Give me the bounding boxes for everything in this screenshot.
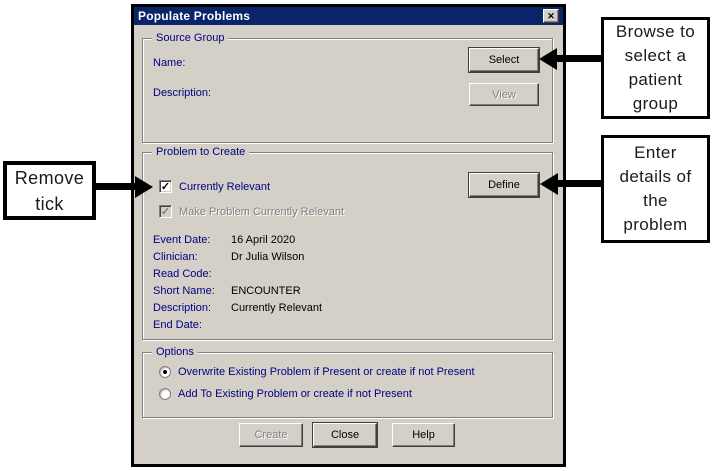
callout-remove-tick: Remove tick xyxy=(3,161,96,220)
end-date-label: End Date: xyxy=(153,319,202,331)
radio-label: Add To Existing Problem or create if not… xyxy=(178,388,412,400)
screenshot-root: Populate Problems ✕ Source Group Name: D… xyxy=(0,0,714,471)
overwrite-existing-radio[interactable]: Overwrite Existing Problem if Present or… xyxy=(159,366,475,378)
arrow-to-select-icon xyxy=(539,48,557,70)
checkbox-box: ✓ xyxy=(159,180,172,193)
short-name-label: Short Name: xyxy=(153,285,215,297)
checkbox-label: Currently Relevant xyxy=(179,181,270,193)
close-action-button[interactable]: Close xyxy=(313,423,377,447)
name-label: Name: xyxy=(153,57,185,69)
currently-relevant-checkbox[interactable]: ✓ Currently Relevant xyxy=(159,180,270,193)
event-date-label: Event Date: xyxy=(153,234,210,246)
problem-to-create-box: Problem to Create ✓ Currently Relevant ✓… xyxy=(142,152,553,340)
radio-button xyxy=(159,388,171,400)
callout-browse-patient-group: Browse to select a patient group xyxy=(601,17,710,119)
arrow-to-select-shaft xyxy=(556,55,601,62)
description-field-value: Currently Relevant xyxy=(231,302,322,314)
add-to-existing-radio[interactable]: Add To Existing Problem or create if not… xyxy=(159,388,412,400)
help-button[interactable]: Help xyxy=(392,423,455,447)
event-date-value: 16 April 2020 xyxy=(231,234,295,246)
checkbox-box: ✓ xyxy=(159,205,172,218)
check-icon: ✓ xyxy=(161,182,170,192)
source-group-legend: Source Group xyxy=(152,32,228,45)
source-group-box: Source Group Name: Description: Select V… xyxy=(142,38,553,143)
problem-group-legend: Problem to Create xyxy=(152,146,249,159)
arrow-to-define-icon xyxy=(540,173,558,195)
options-legend: Options xyxy=(152,346,198,359)
close-button[interactable]: ✕ xyxy=(543,9,559,23)
radio-button xyxy=(159,366,171,378)
description-field-label: Description: xyxy=(153,302,211,314)
select-button[interactable]: Select xyxy=(469,48,539,72)
read-code-label: Read Code: xyxy=(153,268,212,280)
description-label: Description: xyxy=(153,87,211,99)
make-problem-currently-relevant-checkbox: ✓ Make Problem Currently Relevant xyxy=(159,205,344,218)
close-icon: ✕ xyxy=(547,12,555,21)
define-button[interactable]: Define xyxy=(469,173,539,197)
arrow-to-checkbox-icon xyxy=(135,176,153,198)
arrow-to-define-shaft xyxy=(557,180,601,187)
clinician-label: Clinician: xyxy=(153,251,198,263)
options-box: Options Overwrite Existing Problem if Pr… xyxy=(142,352,553,418)
dialog-titlebar[interactable]: Populate Problems ✕ xyxy=(134,7,563,25)
arrow-to-checkbox-shaft xyxy=(96,183,136,190)
create-button[interactable]: Create xyxy=(239,423,303,447)
clinician-value: Dr Julia Wilson xyxy=(231,251,304,263)
callout-enter-problem-details: Enter details of the problem xyxy=(601,135,710,243)
checkbox-label: Make Problem Currently Relevant xyxy=(179,206,344,218)
dialog-title: Populate Problems xyxy=(138,9,250,23)
short-name-value: ENCOUNTER xyxy=(231,285,301,297)
populate-problems-dialog: Populate Problems ✕ Source Group Name: D… xyxy=(131,4,566,467)
check-icon: ✓ xyxy=(161,207,170,217)
radio-label: Overwrite Existing Problem if Present or… xyxy=(178,366,475,378)
view-button[interactable]: View xyxy=(469,83,539,106)
